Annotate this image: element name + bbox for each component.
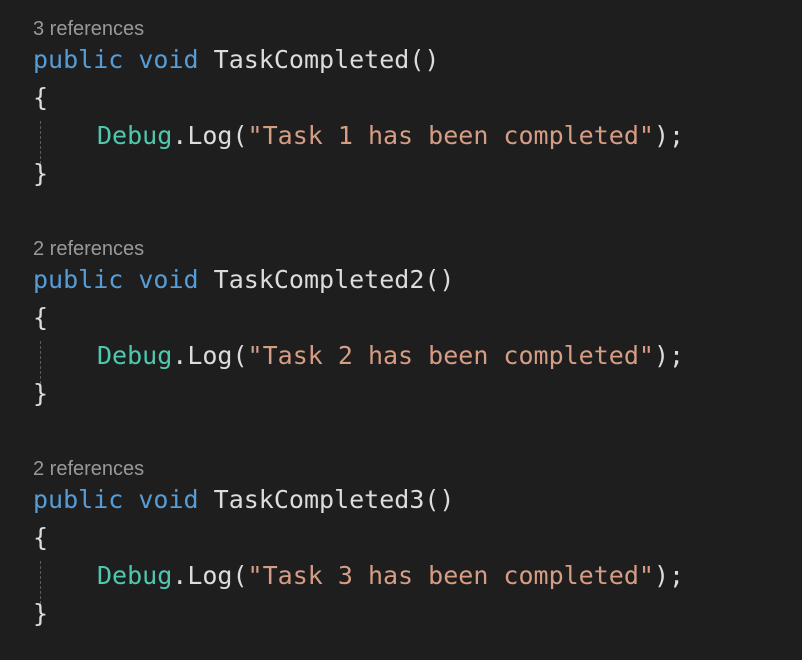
method-log: Log xyxy=(187,341,233,370)
method-body-statement[interactable]: Debug.Log("Task 2 has been completed"); xyxy=(97,339,684,373)
string-literal: "Task 3 has been completed" xyxy=(247,561,654,590)
class-debug: Debug xyxy=(97,561,173,590)
method-name: TaskCompleted xyxy=(213,45,410,74)
method-body-statement[interactable]: Debug.Log("Task 1 has been completed"); xyxy=(97,119,684,153)
method-parens: () xyxy=(424,485,455,514)
keyword-void: void xyxy=(138,265,199,294)
method-body-statement[interactable]: Debug.Log("Task 3 has been completed"); xyxy=(97,559,684,593)
close-paren-semicolon: ); xyxy=(653,341,685,370)
string-literal: "Task 2 has been completed" xyxy=(247,341,654,370)
dot: . xyxy=(172,561,188,590)
code-editor[interactable]: 3 references public void TaskCompleted()… xyxy=(0,0,802,660)
open-brace[interactable]: { xyxy=(33,81,48,115)
method-signature[interactable]: public void TaskCompleted2() xyxy=(33,263,454,297)
method-log: Log xyxy=(187,121,233,150)
method-parens: () xyxy=(424,265,455,294)
method-signature[interactable]: public void TaskCompleted3() xyxy=(33,483,454,517)
class-debug: Debug xyxy=(97,341,173,370)
method-signature[interactable]: public void TaskCompleted() xyxy=(33,43,439,77)
close-paren-semicolon: ); xyxy=(653,561,685,590)
dot: . xyxy=(172,341,188,370)
keyword-void: void xyxy=(138,45,199,74)
method-parens: () xyxy=(409,45,440,74)
keyword-public: public xyxy=(33,265,124,294)
open-paren: ( xyxy=(232,341,248,370)
close-brace[interactable]: } xyxy=(33,157,48,191)
close-brace[interactable]: } xyxy=(33,597,48,631)
method-name: TaskCompleted2 xyxy=(213,265,425,294)
class-debug: Debug xyxy=(97,121,173,150)
dot: . xyxy=(172,121,188,150)
method-log: Log xyxy=(187,561,233,590)
open-paren: ( xyxy=(232,121,248,150)
open-paren: ( xyxy=(232,561,248,590)
open-brace[interactable]: { xyxy=(33,301,48,335)
keyword-public: public xyxy=(33,485,124,514)
keyword-public: public xyxy=(33,45,124,74)
codelens-references[interactable]: 2 references xyxy=(33,457,144,481)
codelens-references[interactable]: 2 references xyxy=(33,237,144,261)
method-name: TaskCompleted3 xyxy=(213,485,425,514)
open-brace[interactable]: { xyxy=(33,521,48,555)
close-brace[interactable]: } xyxy=(33,377,48,411)
close-paren-semicolon: ); xyxy=(653,121,685,150)
codelens-references[interactable]: 3 references xyxy=(33,17,144,41)
string-literal: "Task 1 has been completed" xyxy=(247,121,654,150)
keyword-void: void xyxy=(138,485,199,514)
